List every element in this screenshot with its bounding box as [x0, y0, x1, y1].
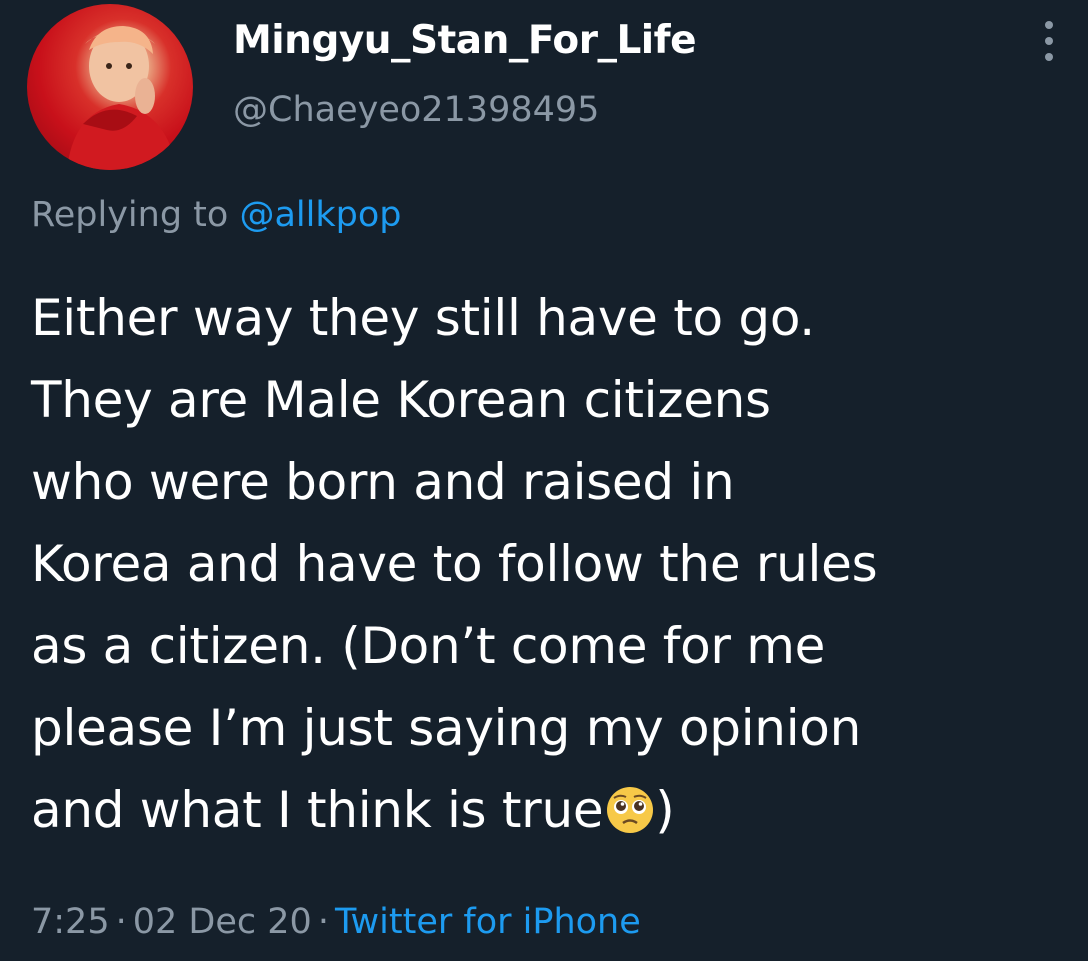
meta-separator: ·: [115, 902, 127, 942]
tweet-card: Mingyu_Stan_For_Life @Chaeyeo21398495 Re…: [0, 0, 1088, 961]
tweet-date[interactable]: 02 Dec 20: [133, 902, 312, 942]
tweet-closing-paren: ): [655, 781, 675, 839]
tweet-line: They are Male Korean citizens: [31, 371, 771, 429]
pleading-face-emoji-icon: [605, 777, 655, 833]
tweet-text: Either way they still have to go. They a…: [31, 277, 1081, 851]
tweet-line: Korea and have to follow the rules: [31, 535, 878, 593]
avatar-photo: [67, 26, 177, 170]
tweet-source-link[interactable]: Twitter for iPhone: [335, 902, 641, 942]
avatar[interactable]: [27, 4, 193, 170]
replying-to-label: Replying to: [31, 195, 240, 235]
tweet-line-last: and what I think is true ): [31, 769, 1081, 851]
user-handle[interactable]: @Chaeyeo21398495: [233, 90, 599, 130]
tweet-line: and what I think is true: [31, 781, 604, 839]
replying-to: Replying to @allkpop: [31, 195, 401, 235]
reply-handle-link[interactable]: @allkpop: [239, 195, 401, 235]
meta-separator: ·: [317, 902, 329, 942]
tweet-line: Either way they still have to go.: [31, 289, 815, 347]
tweet-line: who were born and raised in: [31, 453, 735, 511]
tweet-time[interactable]: 7:25: [31, 902, 110, 942]
tweet-line: please I’m just saying my opinion: [31, 699, 861, 757]
tweet-line: as a citizen. (Don’t come for me: [31, 617, 826, 675]
vertical-ellipsis-icon[interactable]: [1034, 18, 1064, 64]
tweet-meta: 7:25 · 02 Dec 20 · Twitter for iPhone: [31, 902, 641, 942]
display-name[interactable]: Mingyu_Stan_For_Life: [233, 18, 697, 63]
